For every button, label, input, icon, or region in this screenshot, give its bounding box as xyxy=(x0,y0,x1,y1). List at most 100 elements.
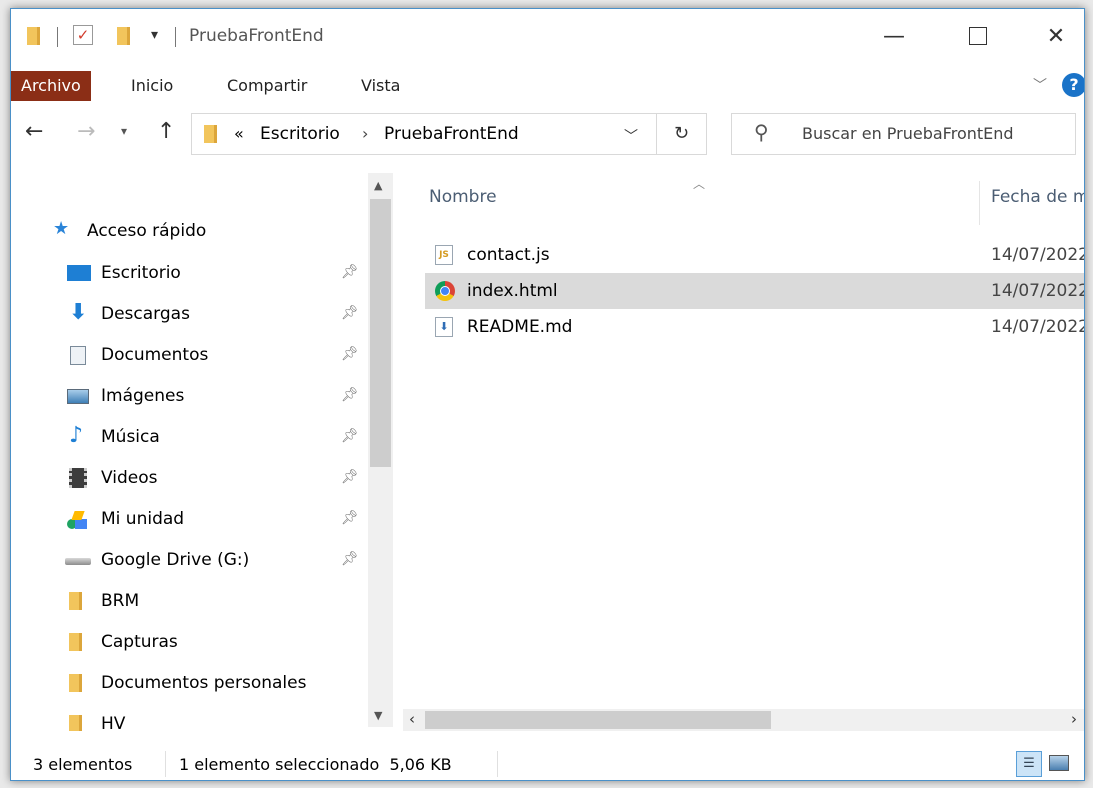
window-title: PruebaFrontEnd xyxy=(189,26,324,46)
divider xyxy=(165,751,166,777)
help-icon[interactable]: ? xyxy=(1062,73,1084,97)
folder-icon xyxy=(69,592,82,610)
scroll-right-icon[interactable]: › xyxy=(1071,710,1077,728)
divider xyxy=(57,27,58,47)
search-box[interactable]: ⚲ Buscar en PruebaFrontEnd xyxy=(731,113,1076,155)
address-bar[interactable]: « Escritorio › PruebaFrontEnd ﹀ xyxy=(191,113,657,155)
pin-icon[interactable]: 📌︎ xyxy=(341,264,359,280)
scroll-left-icon[interactable]: ‹ xyxy=(409,710,415,728)
sidebar-item-descargas[interactable]: ⬇ Descargas 📌︎ xyxy=(11,296,381,332)
sidebar-item-label: Escritorio xyxy=(101,263,181,283)
chrome-icon xyxy=(435,281,455,301)
maximize-icon[interactable] xyxy=(969,27,987,45)
sidebar-item-label: Documentos personales xyxy=(101,673,307,693)
up-icon[interactable]: ↑ xyxy=(157,119,175,144)
file-row-index-html[interactable]: index.html 14/07/2022 xyxy=(425,273,1084,309)
videos-icon xyxy=(69,468,87,488)
details-view-icon[interactable]: ☰ xyxy=(1016,751,1042,777)
tab-archivo[interactable]: Archivo xyxy=(11,71,91,101)
pictures-icon xyxy=(67,389,89,404)
item-count: 3 elementos xyxy=(33,755,133,774)
breadcrumb-current[interactable]: PruebaFrontEnd xyxy=(384,124,519,144)
file-list: ︿ Nombre Fecha de m JS contact.js 14/07/… xyxy=(403,173,1084,727)
sidebar-item-capturas[interactable]: Capturas xyxy=(11,624,381,660)
column-header-date[interactable]: Fecha de m xyxy=(991,187,1084,207)
file-date: 14/07/2022 xyxy=(991,245,1085,265)
sidebar-item-label: Capturas xyxy=(101,632,178,652)
drive-icon xyxy=(65,558,91,565)
chevron-down-icon[interactable]: ﹀ xyxy=(624,126,638,146)
file-row-readme-md[interactable]: ⬇ README.md 14/07/2022 xyxy=(425,309,1084,345)
minimize-icon[interactable]: — xyxy=(871,9,917,65)
sidebar-item-label: Descargas xyxy=(101,304,190,324)
selection-info: 1 elemento seleccionado 5,06 KB xyxy=(179,755,452,774)
sidebar-scrollbar[interactable]: ▲ ▼ xyxy=(368,173,393,727)
explorer-window: ✓ ▾ PruebaFrontEnd — ✕ Archivo Inicio Co… xyxy=(10,8,1085,781)
breadcrumb-overflow[interactable]: « xyxy=(234,124,244,143)
sidebar-item-videos[interactable]: Videos 📌︎ xyxy=(11,460,381,496)
tab-vista[interactable]: Vista xyxy=(361,71,400,101)
recent-locations-icon[interactable]: ▾ xyxy=(121,124,127,138)
sidebar-item-documentos-personales[interactable]: Documentos personales xyxy=(11,665,381,701)
scroll-up-icon[interactable]: ▲ xyxy=(374,179,382,192)
expand-ribbon-icon[interactable]: ﹀ xyxy=(1033,75,1047,95)
file-name: README.md xyxy=(467,317,573,337)
scrollbar-thumb[interactable] xyxy=(370,199,391,467)
md-file-icon: ⬇ xyxy=(435,317,453,337)
sidebar-item-documentos[interactable]: Documentos 📌︎ xyxy=(11,337,381,373)
pin-icon[interactable]: 📌︎ xyxy=(341,305,359,321)
search-input[interactable]: Buscar en PruebaFrontEnd xyxy=(802,124,1014,143)
sidebar-item-label: Imágenes xyxy=(101,386,185,406)
pin-icon[interactable]: 📌︎ xyxy=(341,551,359,567)
navigation-pane: ★ Acceso rápido Escritorio 📌︎ ⬇ Descarga… xyxy=(11,173,403,734)
sidebar-item-mi-unidad[interactable]: Mi unidad 📌︎ xyxy=(11,501,381,537)
new-folder-icon[interactable] xyxy=(117,27,130,45)
sidebar-item-label: Videos xyxy=(101,468,158,488)
sidebar-item-label: Música xyxy=(101,427,160,447)
breadcrumb-escritorio[interactable]: Escritorio xyxy=(260,124,340,144)
sidebar-item-label: Documentos xyxy=(101,345,209,365)
scroll-down-icon[interactable]: ▼ xyxy=(374,709,382,722)
properties-icon[interactable]: ✓ xyxy=(73,25,93,45)
folder-icon xyxy=(27,27,40,45)
refresh-icon[interactable]: ↻ xyxy=(657,113,707,155)
pin-icon[interactable]: 📌︎ xyxy=(341,469,359,485)
ribbon: Archivo Inicio Compartir Vista ﹀ ? xyxy=(11,65,1084,105)
horizontal-scrollbar[interactable]: ‹ › xyxy=(403,709,1084,731)
close-icon[interactable]: ✕ xyxy=(1033,9,1079,65)
forward-icon: → xyxy=(77,119,96,144)
sort-ascending-icon: ︿ xyxy=(693,177,706,191)
pin-icon[interactable]: 📌︎ xyxy=(341,428,359,444)
tab-inicio[interactable]: Inicio xyxy=(131,71,173,101)
search-icon: ⚲ xyxy=(754,120,769,144)
large-icons-view-icon[interactable] xyxy=(1049,755,1069,771)
folder-icon xyxy=(69,633,82,651)
download-icon: ⬇ xyxy=(69,300,88,325)
divider xyxy=(175,27,176,47)
sidebar-item-imagenes[interactable]: Imágenes 📌︎ xyxy=(11,378,381,414)
google-drive-icon xyxy=(67,511,89,529)
pin-icon[interactable]: 📌︎ xyxy=(341,346,359,362)
tab-compartir[interactable]: Compartir xyxy=(227,71,307,101)
scrollbar-thumb[interactable] xyxy=(425,711,771,729)
sidebar-item-escritorio[interactable]: Escritorio 📌︎ xyxy=(11,255,381,291)
sidebar-item-label: Mi unidad xyxy=(101,509,185,529)
customize-toolbar-icon[interactable]: ▾ xyxy=(151,27,158,43)
sidebar-item-musica[interactable]: ♪ Música 📌︎ xyxy=(11,419,381,455)
sidebar-item-label: Google Drive (G:) xyxy=(101,550,250,570)
desktop-icon xyxy=(67,265,91,281)
sidebar-item-label: Acceso rápido xyxy=(87,221,207,241)
folder-icon xyxy=(69,674,82,692)
navigation-bar: ← → ▾ ↑ « Escritorio › PruebaFrontEnd ﹀ … xyxy=(11,105,1084,173)
back-icon[interactable]: ← xyxy=(25,119,43,144)
sidebar-item-quick-access[interactable]: ★ Acceso rápido xyxy=(11,213,381,249)
star-icon: ★ xyxy=(53,218,70,239)
sidebar-item-brm[interactable]: BRM xyxy=(11,583,381,619)
pin-icon[interactable]: 📌︎ xyxy=(341,387,359,403)
pin-icon[interactable]: 📌︎ xyxy=(341,510,359,526)
column-header-name[interactable]: Nombre xyxy=(429,187,497,207)
column-divider[interactable] xyxy=(979,181,980,225)
sidebar-item-google-drive[interactable]: Google Drive (G:) 📌︎ xyxy=(11,542,381,578)
file-row-contact-js[interactable]: JS contact.js 14/07/2022 xyxy=(425,237,1085,273)
file-name: index.html xyxy=(467,281,558,301)
